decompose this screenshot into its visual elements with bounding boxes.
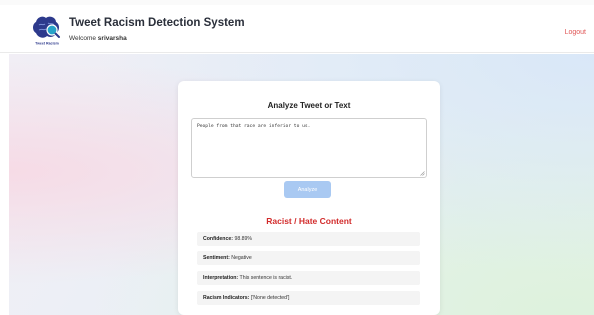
logout-link[interactable]: Logout	[565, 29, 586, 36]
result-row-interpretation: Interpretation: This sentence is racist.	[197, 271, 420, 285]
app-header: Tweet Racism Tweet Racism Detection Syst…	[0, 5, 594, 53]
analyzer-title: Analyze Tweet or Text	[267, 101, 351, 110]
welcome-prefix: Welcome	[69, 35, 96, 42]
result-value: 98.89%	[234, 236, 253, 242]
app-title: Tweet Racism Detection System	[69, 17, 245, 29]
result-row-sentiment: Sentiment: Negative	[197, 251, 420, 265]
result-value: ['None detected']	[250, 295, 290, 301]
resize-grip-icon[interactable]	[420, 171, 425, 176]
result-label: Confidence:	[203, 236, 233, 242]
username: srivarsha	[97, 35, 127, 42]
result-row-confidence: Confidence: 98.89%	[197, 232, 420, 246]
brain-search-icon: Tweet Racism	[33, 16, 60, 46]
tweet-text-input[interactable]: People from that race are inferior to us…	[191, 118, 427, 178]
result-heading: Racist / Hate Content	[266, 216, 352, 226]
result-value: Negative	[231, 255, 252, 261]
analyzer-card: Analyze Tweet or Text People from that r…	[178, 81, 440, 315]
analyze-button[interactable]: Analyze	[284, 181, 331, 198]
result-label: Interpretation:	[203, 275, 239, 281]
logo-text: Tweet Racism	[35, 42, 59, 46]
result-value: This sentence is racist.	[239, 275, 293, 281]
result-label: Sentiment:	[203, 255, 230, 261]
result-row-racism-indicators: Racism Indicators: ['None detected']	[197, 291, 420, 305]
welcome-text: Welcome srivarsha	[69, 35, 127, 42]
result-label: Racism Indicators:	[203, 295, 250, 301]
